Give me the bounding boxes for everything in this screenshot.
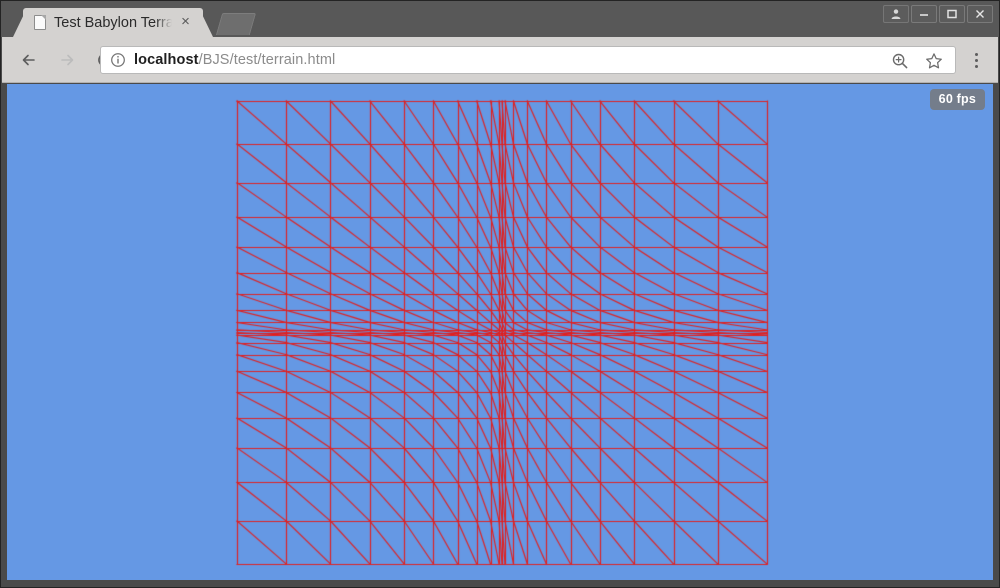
close-button[interactable] [967, 5, 993, 23]
arrow-right-icon [61, 54, 74, 65]
browser-window: Test Babylon Terra × localhost/BJS/test/… [0, 0, 1000, 588]
back-button[interactable] [14, 45, 44, 75]
new-tab-button[interactable] [215, 13, 257, 35]
avatar-button[interactable] [883, 5, 909, 23]
close-icon [976, 10, 984, 18]
address-bar[interactable]: localhost/BJS/test/terrain.html [100, 46, 956, 74]
minimize-icon [920, 14, 928, 16]
maximize-button[interactable] [939, 5, 965, 23]
bookmark-star-icon[interactable] [925, 52, 943, 70]
minimize-button[interactable] [911, 5, 937, 23]
tab-title: Test Babylon Terra [54, 14, 172, 31]
chrome-menu-button[interactable] [962, 46, 990, 74]
tab-strip: Test Babylon Terra × [1, 1, 999, 37]
terrain-wireframe-canvas[interactable] [7, 84, 993, 580]
forward-button [52, 45, 82, 75]
close-icon[interactable]: × [178, 13, 193, 30]
zoom-icon[interactable] [891, 52, 909, 70]
maximize-icon [947, 9, 957, 19]
page-icon [34, 15, 46, 30]
arrow-left-icon [22, 54, 35, 65]
fps-badge: 60 fps [929, 89, 985, 110]
url-path: /BJS/test/terrain.html [198, 52, 336, 68]
page-viewport[interactable]: 60 fps [7, 84, 993, 580]
url-text: localhost/BJS/test/terrain.html [134, 52, 335, 68]
person-icon [891, 9, 901, 19]
menu-dot [974, 52, 978, 56]
url-host: localhost [134, 52, 199, 68]
browser-toolbar: localhost/BJS/test/terrain.html [2, 37, 998, 83]
menu-dot [974, 64, 978, 68]
browser-tab[interactable]: Test Babylon Terra × [23, 8, 203, 37]
menu-dot [974, 58, 978, 62]
info-circle-icon[interactable] [110, 52, 126, 68]
